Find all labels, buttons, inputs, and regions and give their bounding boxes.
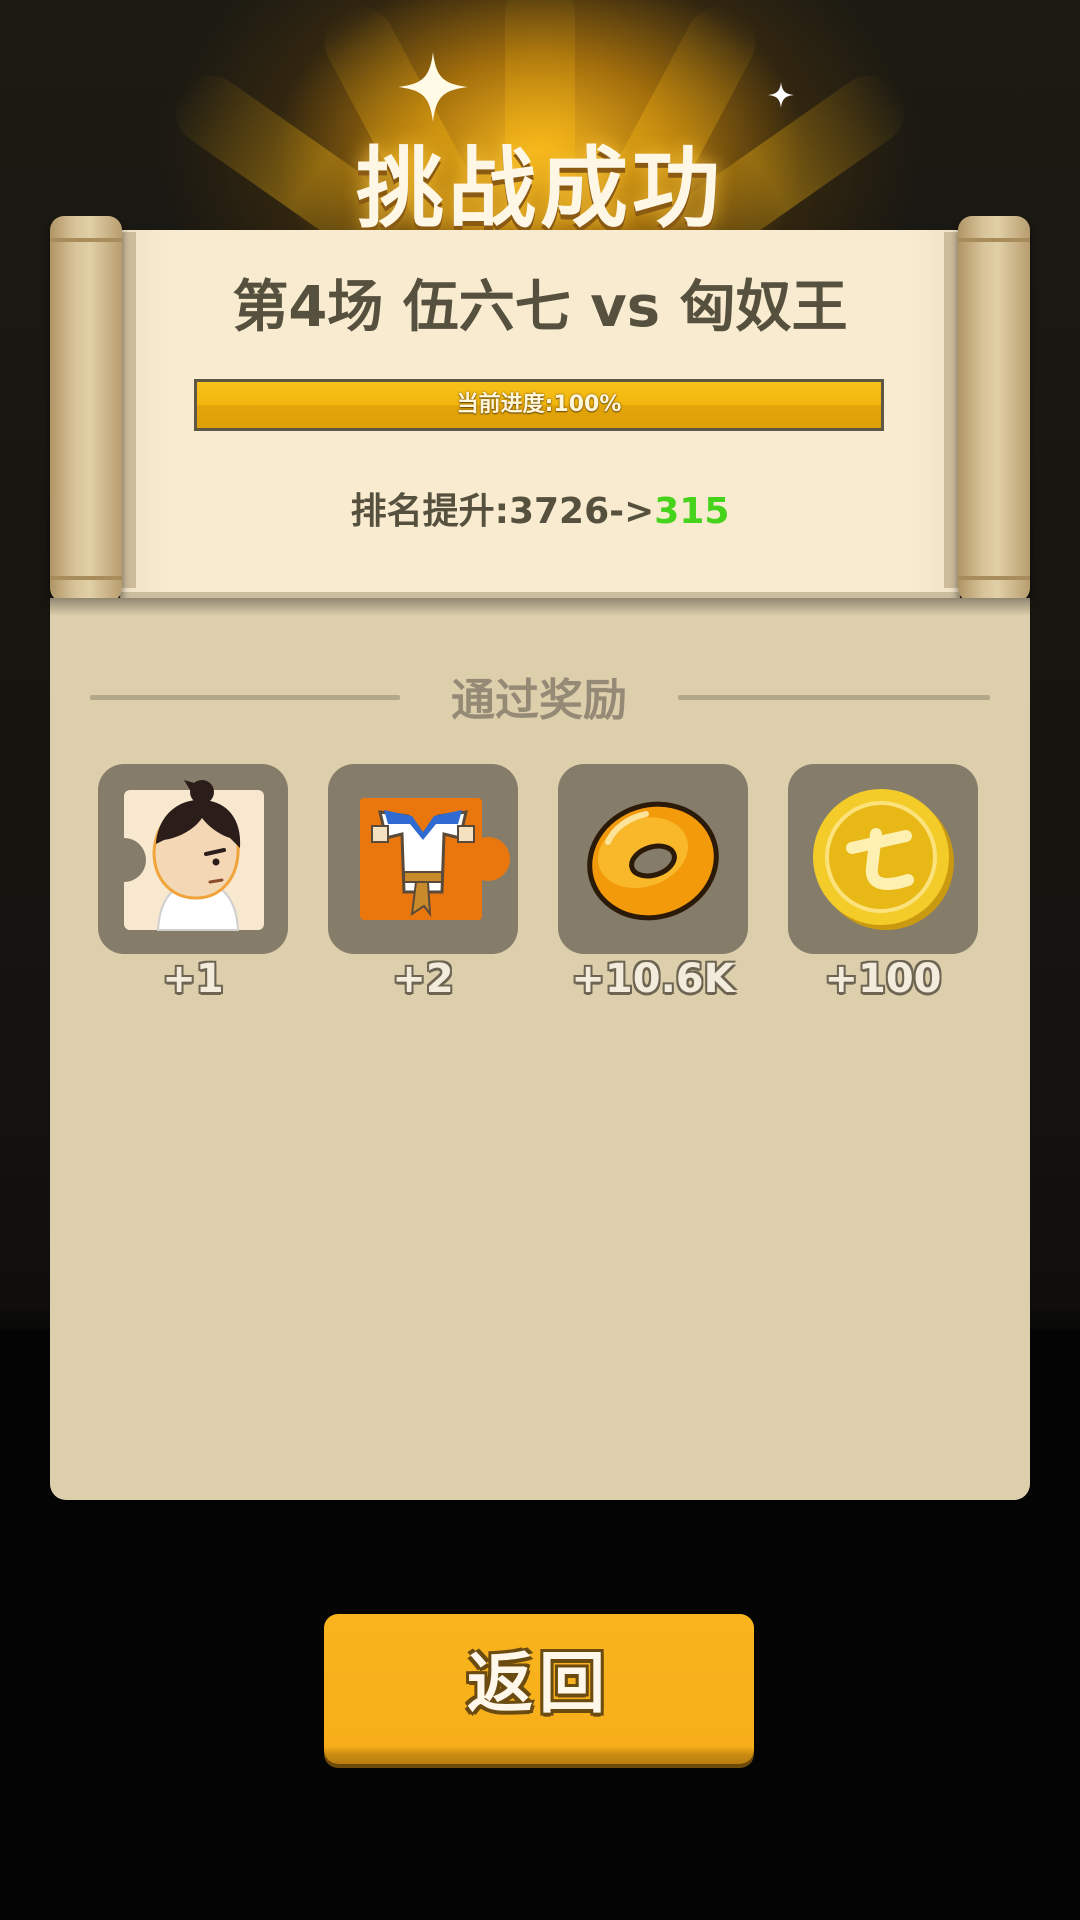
orange-ring-icon (587, 801, 719, 921)
reward-slot (558, 764, 748, 954)
back-button[interactable]: 返回 (324, 1614, 754, 1764)
reward-item[interactable]: +10.6K (558, 764, 748, 1002)
reward-slot (328, 764, 518, 954)
reward-item[interactable]: +2 (328, 764, 518, 1002)
rank-new-value: 315 (654, 491, 730, 532)
reward-item[interactable]: +100 (788, 764, 978, 1002)
result-screen: 挑战成功 第4场 伍六七 vs 匈奴王 当前进度:100% 排名提升:3726-… (0, 0, 1080, 1920)
reward-slot (788, 764, 978, 954)
reward-count: +10.6K (571, 956, 735, 1002)
reward-count: +2 (392, 956, 454, 1002)
scroll-roller-left (50, 216, 122, 602)
rewards-section-title: 通过奖励 (451, 675, 627, 726)
match-title: 第4场 伍六七 vs 匈奴王 (232, 275, 848, 340)
divider (678, 695, 990, 700)
progress-text: 当前进度:100% (456, 392, 622, 417)
outfit-fragment-icon (360, 798, 510, 920)
rank-change: 排名提升:3726->315 (120, 482, 960, 534)
reward-item[interactable]: +1 (98, 764, 288, 1002)
panel-shadow (50, 598, 1030, 616)
rewards-panel (50, 598, 1030, 1500)
progress-bar: 当前进度:100% (194, 379, 884, 431)
back-button-label: 返回 (467, 1645, 611, 1722)
reward-slot (98, 764, 288, 954)
gold-coin-icon (813, 789, 954, 930)
page-title: 挑战成功 (355, 137, 724, 240)
scroll-roller-right (958, 216, 1030, 602)
reward-count: +1 (162, 956, 224, 1002)
sparkle-icon (768, 82, 794, 108)
reward-count: +100 (824, 956, 942, 1002)
rank-label: 排名提升:3726-> (350, 491, 655, 532)
character-fragment-icon (102, 780, 264, 931)
sparkle-icon (398, 52, 468, 122)
divider (90, 695, 400, 700)
